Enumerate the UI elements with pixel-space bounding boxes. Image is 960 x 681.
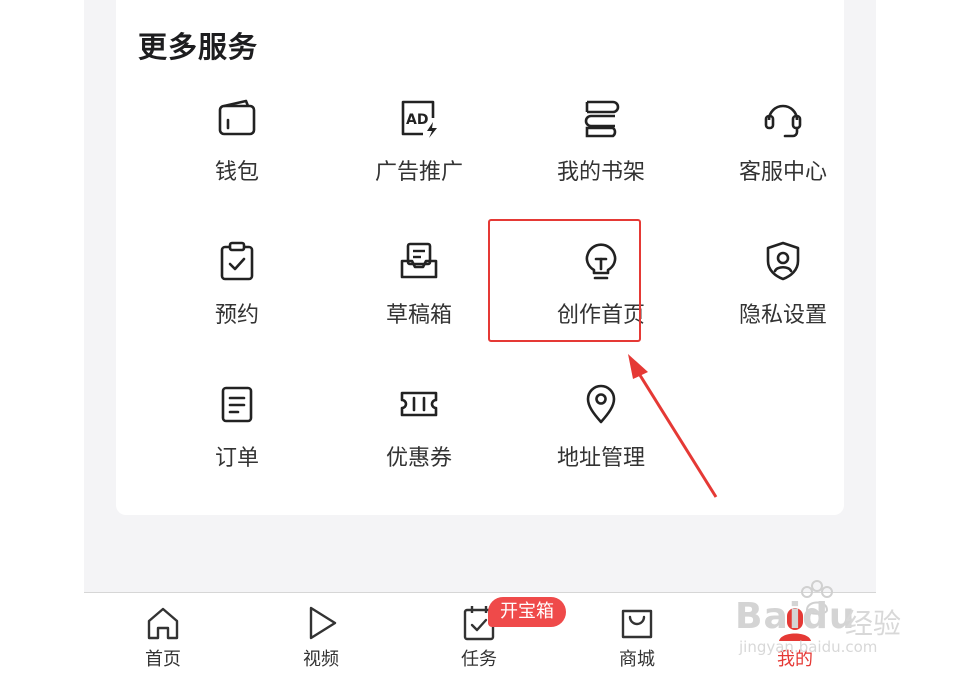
play-icon (309, 606, 337, 640)
watermark-url: jingyan.baidu.com (739, 638, 878, 656)
tab-label: 视频 (303, 649, 339, 670)
service-coupons[interactable]: 优惠券 (328, 382, 510, 502)
service-label: 广告推广 (374, 160, 463, 185)
service-address-management[interactable]: 地址管理 (510, 382, 692, 502)
tab-label: 首页 (145, 649, 181, 670)
service-label: 订单 (214, 446, 259, 471)
tab-video[interactable]: 视频 (266, 603, 376, 675)
coupon-icon (400, 391, 438, 417)
watermark-brand: Baidu (735, 596, 856, 637)
more-services-card: 更多服务 钱包 AD 广告推广 我的书架 客服中心 预约 草稿箱 创作首页 隐私… (116, 0, 844, 515)
service-bookshelf[interactable]: 我的书架 (510, 96, 692, 216)
service-wallet[interactable]: 钱包 (146, 96, 328, 216)
location-icon (586, 384, 616, 424)
section-title: 更多服务 (138, 30, 259, 64)
service-drafts[interactable]: 草稿箱 (328, 239, 510, 359)
service-label: 优惠券 (385, 446, 452, 471)
draft-box-icon (400, 242, 438, 279)
tab-label: 任务 (461, 649, 497, 670)
service-ad-promotion[interactable]: AD 广告推广 (328, 96, 510, 216)
service-label: 隐私设置 (738, 303, 827, 328)
service-orders[interactable]: 订单 (146, 382, 328, 502)
tab-label: 商城 (619, 649, 655, 670)
order-icon (221, 386, 253, 423)
service-label: 预约 (214, 303, 259, 328)
service-label: 我的书架 (556, 160, 645, 185)
tab-home[interactable]: 首页 (108, 603, 218, 675)
service-customer-center[interactable]: 客服中心 (692, 96, 874, 216)
bookshelf-icon (584, 100, 620, 138)
service-label: 草稿箱 (385, 303, 452, 328)
clipboard-check-icon (220, 241, 254, 281)
treasure-box-badge[interactable]: 开宝箱 (488, 597, 566, 627)
service-label: 地址管理 (556, 446, 645, 471)
home-icon (147, 607, 179, 640)
service-label: 钱包 (214, 160, 259, 185)
baidu-jingyan-watermark: Baidu 经验 jingyan.baidu.com (735, 578, 915, 664)
service-privacy-settings[interactable]: 隐私设置 (692, 239, 874, 359)
headset-icon (764, 104, 802, 138)
highlight-box (488, 219, 641, 342)
tab-mall[interactable]: 商城 (582, 603, 692, 675)
wallet-icon (218, 99, 256, 136)
watermark-cn: 经验 (845, 607, 902, 640)
shopping-bag-icon (621, 609, 653, 639)
service-label: 客服中心 (738, 160, 827, 185)
svg-text:AD: AD (406, 112, 428, 128)
service-reservation[interactable]: 预约 (146, 239, 328, 359)
shield-user-icon (766, 241, 800, 281)
ad-icon: AD (401, 100, 437, 138)
